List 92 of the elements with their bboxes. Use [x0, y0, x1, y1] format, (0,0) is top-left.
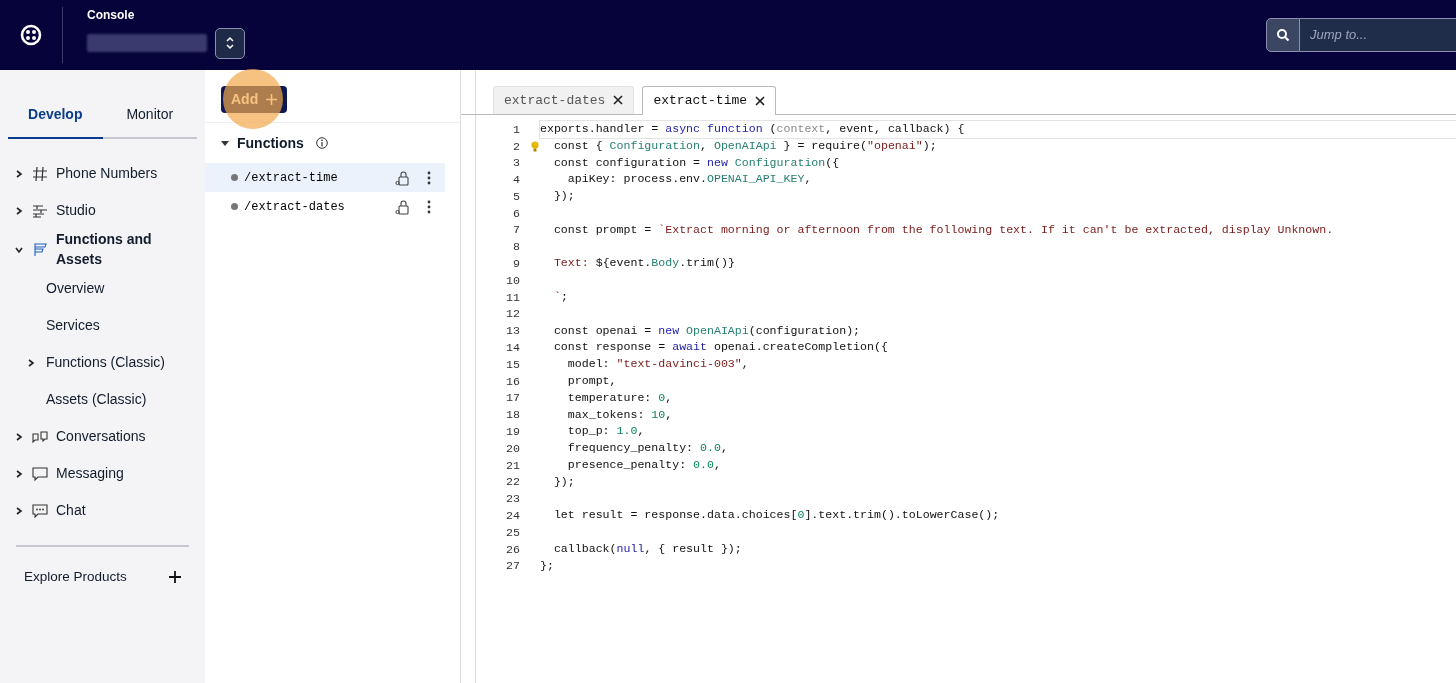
code-line: const openai = new OpenAIApi(configuration); — [552, 323, 861, 337]
line-number: 23 — [505, 491, 520, 508]
account-switch-button[interactable] — [215, 27, 245, 59]
more-options-button[interactable] — [427, 170, 431, 185]
nav-item[interactable]: Messaging — [0, 455, 205, 493]
line-number: 12 — [505, 306, 520, 323]
editor-tab[interactable]: extract-dates — [493, 85, 635, 114]
nav-icon — [32, 202, 48, 219]
nav-icon — [32, 241, 48, 258]
code-line: const prompt = `Extract morning or afternoon from the following text. If it can't be extracted, display Unknown. — [552, 222, 1334, 236]
line-number: 26 — [505, 541, 520, 558]
line-number: 9 — [512, 256, 520, 273]
line-number: 20 — [505, 440, 520, 457]
nav-icon — [32, 165, 48, 182]
line-number: 5 — [512, 188, 520, 205]
lock-icon — [395, 198, 411, 215]
more-options-button[interactable] — [427, 199, 431, 214]
nav-item[interactable]: Conversations — [0, 418, 205, 456]
code-line: }; — [540, 558, 554, 572]
kebab-menu-icon — [427, 170, 431, 185]
up-down-chevron-icon — [225, 36, 235, 50]
line-number: 14 — [505, 340, 520, 357]
close-icon — [613, 95, 624, 106]
line-number: 4 — [512, 172, 520, 189]
code-line: temperature: 0, — [566, 390, 673, 404]
line-number: 24 — [505, 508, 520, 525]
line-number: 16 — [505, 373, 520, 390]
line-number: 25 — [505, 524, 520, 541]
line-number: 13 — [505, 323, 520, 340]
code-line: frequency_penalty: 0.0, — [566, 441, 728, 455]
nav-item[interactable]: Studio — [0, 192, 205, 229]
function-item[interactable]: /extract-dates — [231, 197, 395, 216]
line-number: 21 — [505, 457, 520, 474]
sidebar-tab[interactable]: Monitor — [102, 94, 197, 139]
search-field[interactable]: Jump to... — [1300, 18, 1456, 52]
nav-icon — [32, 428, 48, 445]
line-number: 8 — [512, 239, 520, 256]
code-line: max_tokens: 10, — [566, 407, 673, 421]
line-number: 10 — [505, 272, 520, 289]
line-number: 17 — [505, 390, 520, 407]
expand-button[interactable] — [169, 571, 181, 584]
code-line: presence_penalty: 0.0, — [566, 457, 721, 471]
editor-tab[interactable]: extract-time — [642, 86, 777, 115]
nav-item[interactable]: Services — [0, 307, 205, 345]
line-number: 22 — [505, 474, 520, 491]
code-line: let result = response.data.choices[0].text.trim().toLowerCase(); — [552, 508, 1000, 522]
code-line: const response = await openai.createCompletion({ — [552, 340, 888, 354]
lock-icon — [395, 169, 411, 186]
line-number: 11 — [505, 289, 520, 306]
console-title: Console — [87, 6, 136, 24]
code-line: const configuration = new Configuration({ — [552, 155, 840, 169]
code-line: `; — [552, 289, 568, 303]
line-number: 6 — [512, 205, 520, 222]
line-number: 18 — [505, 407, 520, 424]
line-number: 19 — [505, 424, 520, 441]
nav-item[interactable]: Chat — [0, 492, 205, 530]
line-number: 1 — [512, 121, 520, 138]
logo-icon[interactable] — [20, 24, 42, 46]
code-line: top_p: 1.0, — [566, 424, 645, 438]
kebab-menu-icon — [427, 199, 431, 214]
code-line: prompt, — [566, 373, 617, 387]
line-number: 2 — [512, 138, 520, 155]
code-line: Text: ${event.Body.trim()} — [552, 256, 735, 270]
nav-icon — [32, 502, 48, 519]
nav-item[interactable]: Overview — [0, 270, 205, 308]
info-icon[interactable] — [315, 137, 328, 149]
nav-item[interactable]: Assets (Classic) — [0, 381, 205, 419]
nav-item[interactable]: Functions and Assets — [0, 229, 205, 271]
caret-down-icon[interactable] — [221, 139, 229, 147]
section-title: Functions — [237, 133, 304, 153]
search-icon — [1276, 28, 1290, 42]
nav-item[interactable]: Phone Numbers — [0, 155, 205, 192]
code-line: apiKey: process.env.OPENAI_API_KEY, — [566, 172, 812, 186]
line-number: 3 — [512, 155, 520, 172]
code-line: }); — [552, 474, 575, 488]
line-number: 15 — [505, 356, 520, 373]
code-line: const { Configuration, OpenAIApi } = require("openai"); — [552, 138, 937, 152]
nav-icon — [32, 465, 48, 482]
nav-item[interactable]: Functions (Classic) — [0, 344, 205, 382]
code-line: exports.handler = async function (context, event, callback) { — [540, 122, 965, 135]
line-number: 27 — [505, 558, 520, 575]
lightbulb-icon[interactable] — [531, 140, 539, 152]
code-line: callback(null, { result }); — [552, 541, 742, 555]
explore-products-label: Explore Products — [24, 568, 128, 587]
sidebar-tab[interactable]: Develop — [8, 94, 103, 139]
click-highlight — [223, 69, 283, 129]
line-number: 7 — [512, 222, 520, 239]
close-icon — [755, 96, 766, 106]
plus-icon — [169, 571, 181, 584]
code-line: }); — [552, 189, 575, 203]
code-line: model: "text-davinci-003", — [566, 357, 749, 371]
search-button[interactable] — [1266, 18, 1300, 52]
